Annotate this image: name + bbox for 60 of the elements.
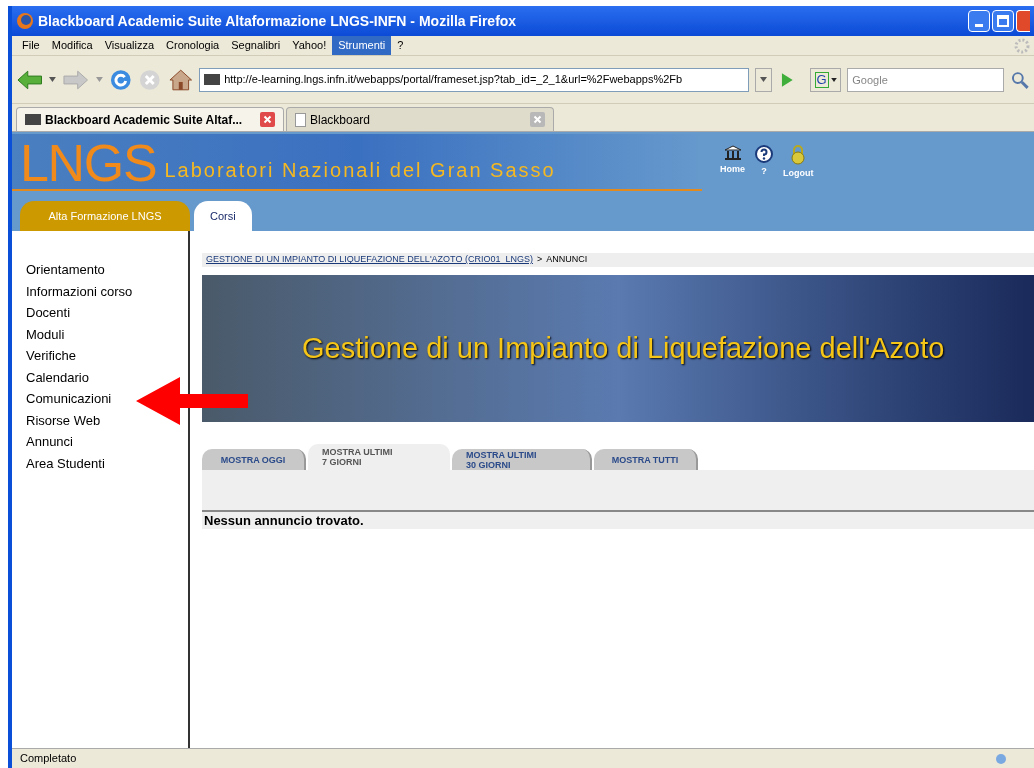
caret-icon xyxy=(759,77,767,82)
sidebar-link[interactable]: Verifiche xyxy=(26,345,76,367)
search-engine-button[interactable]: G xyxy=(809,67,842,92)
menu-item[interactable]: Strumenti xyxy=(332,36,392,55)
breadcrumb-link[interactable]: GESTIONE DI UN IMPIANTO DI LIQUEFAZIONE DELL'AZOTO (CRIO01_LNGS) xyxy=(206,253,533,267)
maximize-button[interactable] xyxy=(992,10,1014,32)
menu-item[interactable]: Segnalibri xyxy=(225,36,287,55)
breadcrumb-current: ANNUNCI xyxy=(546,253,588,267)
logo-subtitle: Laboratori Nazionali del Gran Sasso xyxy=(164,158,556,183)
site-favicon-icon xyxy=(25,114,41,125)
filter-tab[interactable]: MOSTRA ULTIMI 30 GIORNI xyxy=(452,449,592,470)
building-icon xyxy=(723,144,742,161)
filter-tab[interactable]: MOSTRA ULTIMI 7 GIORNI xyxy=(308,444,450,470)
site-favicon-icon xyxy=(204,74,221,85)
search-icon[interactable] xyxy=(1010,69,1030,90)
menu-item[interactable]: ? xyxy=(391,36,410,55)
pointer-arrow-icon xyxy=(136,377,248,425)
window-title: Blackboard Academic Suite Altaformazione LNGS-INFN - Mozilla Firefox xyxy=(38,11,517,31)
throbber-icon xyxy=(1014,37,1030,54)
reload-icon[interactable] xyxy=(108,67,133,92)
close-tab-icon[interactable] xyxy=(530,112,545,127)
sidebar-link[interactable]: Informazioni corso xyxy=(26,280,133,302)
close-button[interactable] xyxy=(1016,10,1030,32)
sidebar-link[interactable]: Risorse Web xyxy=(26,409,101,431)
menu-item[interactable]: File xyxy=(16,36,46,55)
dropdown-button[interactable] xyxy=(754,67,773,92)
address-field[interactable]: http://e-learning.lngs.infn.it/webapps/portal/frameset.jsp?tab_id=_2_1&url=%2Fwebapps%2Fb xyxy=(199,67,749,92)
home-icon[interactable] xyxy=(167,67,194,92)
padlock-icon xyxy=(790,144,807,165)
browser-tab[interactable]: Blackboard Academic Suite Altaf... xyxy=(16,107,284,131)
caret-icon[interactable] xyxy=(49,77,57,82)
browser-tab[interactable]: Blackboard xyxy=(286,107,554,131)
search-engine-icon: G xyxy=(814,71,829,88)
sidebar-link[interactable]: Area Studenti xyxy=(26,452,105,474)
sidebar-link[interactable]: Annunci xyxy=(26,431,73,453)
caret-icon xyxy=(830,77,837,82)
back-arrow-icon[interactable] xyxy=(16,68,44,91)
sidebar-link[interactable]: Comunicazioni xyxy=(26,388,112,410)
menu-item[interactable]: Modifica xyxy=(45,36,99,55)
sidebar-link[interactable]: Calendario xyxy=(26,366,89,388)
empty-message: Nessun annuncio trovato. xyxy=(202,512,1034,529)
menu-item[interactable]: Cronologia xyxy=(160,36,226,55)
filter-tab[interactable]: MOSTRA TUTTI xyxy=(594,449,698,470)
sidebar-link[interactable]: Orientamento xyxy=(26,259,105,281)
logo: LNGS xyxy=(20,137,157,189)
help-icon xyxy=(755,144,773,163)
status-text: Completato xyxy=(20,751,77,767)
site-tab[interactable]: Corsi xyxy=(194,201,252,231)
sidebar-link[interactable]: Docenti xyxy=(26,302,71,324)
sidebar-link[interactable]: Moduli xyxy=(26,323,65,345)
search-field[interactable]: Google xyxy=(847,67,1005,92)
page-icon xyxy=(295,112,306,127)
filter-tab[interactable]: MOSTRA OGGI xyxy=(202,449,306,470)
banner-title: Gestione di un Impianto di Liquefazione dell'Azoto xyxy=(302,330,945,366)
menu-item[interactable]: Yahoo! xyxy=(286,36,333,55)
close-tab-icon[interactable] xyxy=(260,112,275,127)
menu-item[interactable]: Visualizza xyxy=(98,36,161,55)
breadcrumb-separator: > xyxy=(536,253,543,267)
minimize-button[interactable] xyxy=(968,10,990,32)
browser-logo-icon xyxy=(16,12,34,30)
